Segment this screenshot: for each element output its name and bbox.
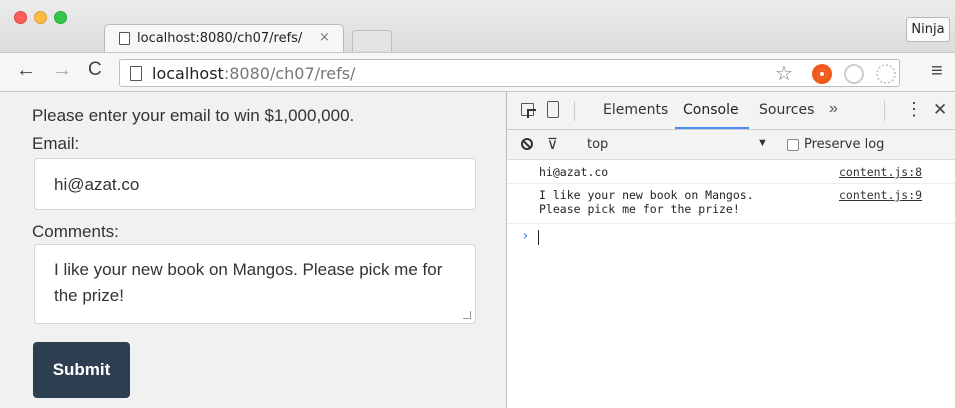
extension-orange-icon[interactable] (812, 64, 832, 84)
comments-text: I like your new book on Mangos. Please p… (54, 260, 443, 305)
tab-sources[interactable]: Sources (759, 102, 814, 118)
console-source-link[interactable]: content.js:8 (839, 165, 922, 179)
console-filterbar: ⊽ top ▼ Preserve log (507, 130, 955, 160)
back-arrow-icon[interactable]: ← (16, 59, 36, 82)
inspect-element-icon[interactable] (521, 103, 534, 116)
console-message-text: hi@azat.co (539, 165, 609, 179)
chevron-down-icon[interactable]: ▼ (757, 137, 768, 149)
clear-console-icon[interactable] (521, 138, 533, 150)
preserve-log-checkbox[interactable] (787, 139, 799, 151)
window-close-button[interactable] (14, 11, 27, 24)
window-titlebar: localhost:8080/ch07/refs/ × Ninja (0, 0, 955, 52)
comments-label: Comments: (32, 222, 119, 241)
extension-circle-icon[interactable] (844, 64, 864, 84)
window-minimize-button[interactable] (34, 11, 47, 24)
divider (884, 101, 885, 121)
tab-close-icon[interactable]: × (319, 30, 330, 45)
tab-title: localhost:8080/ch07/refs/ (137, 31, 303, 46)
url-path: :8080/ch07/refs/ (223, 64, 356, 83)
devtools-close-icon[interactable]: ✕ (933, 100, 947, 120)
page-icon (119, 32, 130, 45)
window-zoom-button[interactable] (54, 11, 67, 24)
reload-icon[interactable]: C (88, 59, 102, 81)
page-content: Please enter your email to win $1,000,00… (0, 92, 506, 408)
active-tab-indicator (675, 127, 749, 129)
resize-grip-icon[interactable] (463, 311, 471, 319)
console-message-text: I like your new book on Mangos. Please p… (539, 188, 754, 216)
browser-tab[interactable]: localhost:8080/ch07/refs/ × (104, 24, 344, 52)
context-selector[interactable]: top (587, 137, 608, 152)
url-host: localhost (152, 64, 224, 83)
device-toolbar-icon[interactable] (547, 101, 559, 118)
submit-button[interactable]: Submit (33, 342, 130, 398)
browser-menu-icon[interactable]: ≡ (931, 60, 943, 83)
devtools-panel: Elements Console Sources » ⋮ ✕ ⊽ top ▼ P… (506, 92, 955, 408)
address-url[interactable]: localhost:8080/ch07/refs/ (152, 64, 355, 83)
new-tab-button[interactable] (352, 30, 392, 51)
devtools-tabbar: Elements Console Sources » ⋮ ✕ (507, 92, 955, 130)
comments-textarea[interactable]: I like your new book on Mangos. Please p… (34, 244, 476, 324)
filter-icon[interactable]: ⊽ (547, 135, 558, 153)
page-intro-text: Please enter your email to win $1,000,00… (32, 106, 355, 125)
devtools-menu-icon[interactable]: ⋮ (905, 99, 923, 120)
tab-console[interactable]: Console (683, 102, 739, 118)
email-label: Email: (32, 134, 80, 153)
page-icon (130, 66, 142, 81)
browser-toolbar: ← → C localhost:8080/ch07/refs/ ☆ ≡ (0, 52, 955, 92)
email-field[interactable]: hi@azat.co (34, 158, 476, 210)
divider (574, 101, 575, 121)
preserve-log-label[interactable]: Preserve log (804, 137, 884, 152)
forward-arrow-icon[interactable]: → (52, 59, 72, 82)
console-input[interactable] (538, 230, 539, 245)
address-bar[interactable]: localhost:8080/ch07/refs/ ☆ (119, 59, 900, 87)
extension-react-icon[interactable] (876, 64, 896, 84)
console-prompt-icon: › (521, 228, 530, 244)
console-source-link[interactable]: content.js:9 (839, 188, 922, 202)
bookmark-star-icon[interactable]: ☆ (775, 61, 793, 86)
profile-button[interactable]: Ninja (906, 17, 950, 42)
more-tabs-icon[interactable]: » (829, 100, 838, 118)
console-message: hi@azat.co content.js:8 (507, 161, 955, 184)
tab-elements[interactable]: Elements (603, 102, 668, 118)
console-message: I like your new book on Mangos. Please p… (507, 184, 955, 224)
